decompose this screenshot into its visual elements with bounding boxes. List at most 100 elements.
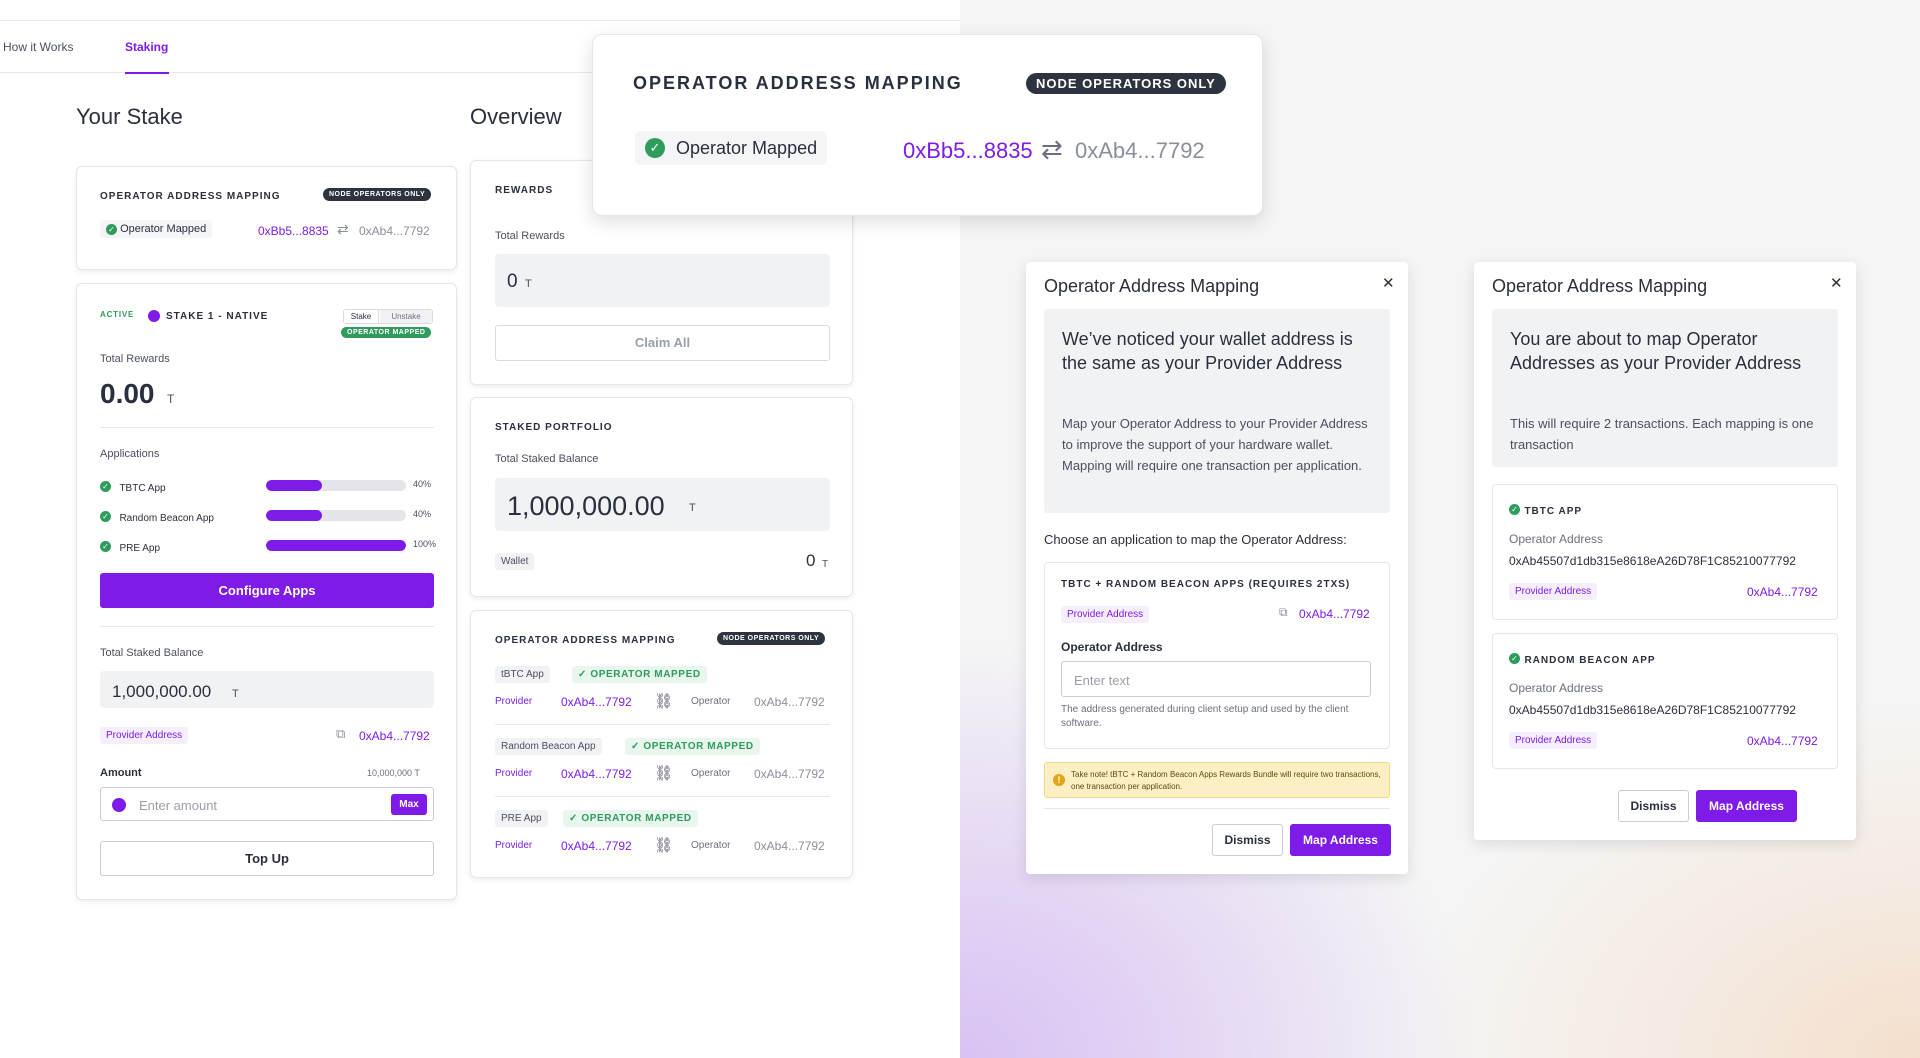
app-tag: PRE App xyxy=(495,810,548,827)
divider xyxy=(1044,808,1390,809)
app-percent: 40% xyxy=(413,509,432,519)
check-icon: ✓ xyxy=(578,669,591,680)
total-staked-label: Total Staked Balance xyxy=(495,453,599,465)
dismiss-button[interactable]: Dismiss xyxy=(1212,824,1283,856)
app-name: ✓ RANDOM BEACON APP xyxy=(1509,650,1656,668)
operator-helper-text: The address generated during client setu… xyxy=(1061,704,1349,729)
check-circle-icon: ✓ xyxy=(100,541,111,553)
provider-address[interactable]: 0xAb4...7792 xyxy=(561,695,632,709)
app-row-random-beacon: ✓ Random Beacon App 40% xyxy=(100,508,460,524)
operator-address-label: Operator Address xyxy=(1509,681,1604,695)
modal-title: Operator Address Mapping xyxy=(1492,276,1708,296)
wallet-value: 0 xyxy=(806,551,816,570)
total-rewards-value: 0 xyxy=(507,271,518,292)
operator-address-input[interactable]: Enter text xyxy=(1061,661,1371,697)
stake-tab[interactable]: Stake xyxy=(344,310,379,323)
divider xyxy=(495,724,830,725)
divider xyxy=(495,796,830,797)
app-percent: 40% xyxy=(413,479,432,489)
total-rewards-box: 0 T xyxy=(495,254,830,307)
operator-address-value: 0xAb45507d1db315e8618eA26D78F1C852100777… xyxy=(1509,554,1796,568)
app-selection-title: TBTC + RANDOM BEACON APPS (REQUIRES 2TXS… xyxy=(1061,579,1351,590)
to-address[interactable]: 0xAb4...7792 xyxy=(1075,138,1205,164)
total-staked-value: 1,000,000.00 xyxy=(112,682,212,701)
mapping-modal-confirm: Operator Address Mapping ✕ You are about… xyxy=(1474,262,1856,840)
applications-label: Applications xyxy=(100,448,160,460)
total-rewards-label: Total Rewards xyxy=(100,353,170,365)
native-stake-icon xyxy=(148,310,160,322)
warning-icon: ! xyxy=(1053,774,1065,786)
provider-address[interactable]: 0xAb4...7792 xyxy=(561,839,632,853)
top-up-button[interactable]: Top Up xyxy=(100,841,434,876)
operator-address[interactable]: 0xAb4...7792 xyxy=(754,695,825,709)
mapping-row: PRE App ✓ OPERATOR MAPPED Provider 0xAb4… xyxy=(471,807,854,877)
operator-address-label: Operator Address xyxy=(1509,532,1604,546)
overview-mapping-card: OPERATOR ADDRESS MAPPING NODE OPERATORS … xyxy=(470,610,853,878)
node-operators-badge: NODE OPERATORS ONLY xyxy=(323,188,432,201)
app-progress-bar xyxy=(266,540,406,551)
check-icon: ✓ xyxy=(631,741,644,752)
card-title: OPERATOR ADDRESS MAPPING xyxy=(495,635,676,646)
provider-address-tag: Provider Address xyxy=(1509,583,1598,600)
mapped-tag-label: OPERATOR MAPPED xyxy=(590,669,701,680)
operator-mapping-card: OPERATOR ADDRESS MAPPING NODE OPERATORS … xyxy=(76,166,457,270)
amount-input[interactable]: Enter amount Max xyxy=(100,787,434,821)
wallet-tag: Wallet xyxy=(495,553,535,570)
active-badge: ACTIVE xyxy=(100,310,135,319)
token-symbol: T xyxy=(525,278,532,290)
check-circle-icon: ✓ xyxy=(100,481,111,493)
app-mapping-card-tbtc: ✓ TBTC APP Operator Address 0xAb45507d1d… xyxy=(1492,484,1838,620)
copy-icon[interactable]: ⧉ xyxy=(1279,605,1288,620)
info-box: You are about to map Operator Addresses … xyxy=(1492,309,1838,467)
operator-address-value: 0xAb45507d1db315e8618eA26D78F1C852100777… xyxy=(1509,703,1796,717)
to-address[interactable]: 0xAb4...7792 xyxy=(359,224,430,238)
close-icon[interactable]: ✕ xyxy=(1830,274,1843,292)
app-name: Random Beacon App xyxy=(119,513,214,524)
provider-address[interactable]: 0xAb4...7792 xyxy=(561,767,632,781)
map-address-button[interactable]: Map Address xyxy=(1290,824,1391,856)
swap-arrows-icon: ⇄ xyxy=(337,221,349,237)
copy-icon[interactable]: ⧉ xyxy=(336,726,345,742)
operator-address[interactable]: 0xAb4...7792 xyxy=(754,839,825,853)
divider xyxy=(100,427,434,428)
operator-label: Operator xyxy=(691,768,731,779)
provider-label: Provider xyxy=(495,840,533,851)
operator-address-label: Operator Address xyxy=(1061,640,1163,654)
nav-staking[interactable]: Staking xyxy=(125,40,168,54)
stake-name: STAKE 1 - NATIVE xyxy=(166,311,269,322)
dismiss-button[interactable]: Dismiss xyxy=(1618,790,1689,822)
from-address[interactable]: 0xBb5...8835 xyxy=(903,138,1033,164)
amount-label: Amount xyxy=(100,767,142,779)
token-symbol: T xyxy=(689,502,696,514)
mapping-row: tBTC App ✓ OPERATOR MAPPED Provider 0xAb… xyxy=(471,663,854,733)
divider xyxy=(100,626,434,627)
app-selection-card[interactable]: TBTC + RANDOM BEACON APPS (REQUIRES 2TXS… xyxy=(1044,562,1390,749)
app-progress-fill xyxy=(266,510,322,521)
configure-apps-button[interactable]: Configure Apps xyxy=(100,573,434,608)
close-icon[interactable]: ✕ xyxy=(1382,274,1395,292)
max-button[interactable]: Max xyxy=(391,794,427,815)
from-address[interactable]: 0xBb5...8835 xyxy=(258,224,329,238)
operator-address[interactable]: 0xAb4...7792 xyxy=(754,767,825,781)
provider-address[interactable]: 0xAb4...7792 xyxy=(1747,734,1818,748)
map-address-button[interactable]: Map Address xyxy=(1696,790,1797,822)
amount-placeholder: Enter amount xyxy=(139,798,218,813)
total-staked-value: 1,000,000.00 xyxy=(507,491,665,521)
swap-arrows-icon: ⇄ xyxy=(1041,134,1063,164)
mapped-status: ✓ Operator Mapped xyxy=(635,131,828,165)
claim-all-button[interactable]: Claim All xyxy=(495,325,830,361)
provider-address[interactable]: 0xAb4...7792 xyxy=(1747,585,1818,599)
provider-address[interactable]: 0xAb4...7792 xyxy=(359,729,430,743)
mapped-tag-label: OPERATOR MAPPED xyxy=(581,813,692,824)
provider-label: Provider xyxy=(495,768,533,779)
nav-active-underline xyxy=(125,72,169,74)
mapping-row: Random Beacon App ✓ OPERATOR MAPPED Prov… xyxy=(471,735,854,805)
nav-how-it-works[interactable]: How it Works xyxy=(3,40,73,54)
provider-address[interactable]: 0xAb4...7792 xyxy=(1299,607,1370,621)
unstake-tab[interactable]: Unstake xyxy=(380,310,432,323)
check-icon: ✓ xyxy=(569,813,582,824)
check-circle-icon: ✓ xyxy=(106,223,117,235)
total-rewards-label: Total Rewards xyxy=(495,230,565,242)
app-progress-bar xyxy=(266,480,406,491)
node-operators-badge: NODE OPERATORS ONLY xyxy=(1026,73,1226,94)
